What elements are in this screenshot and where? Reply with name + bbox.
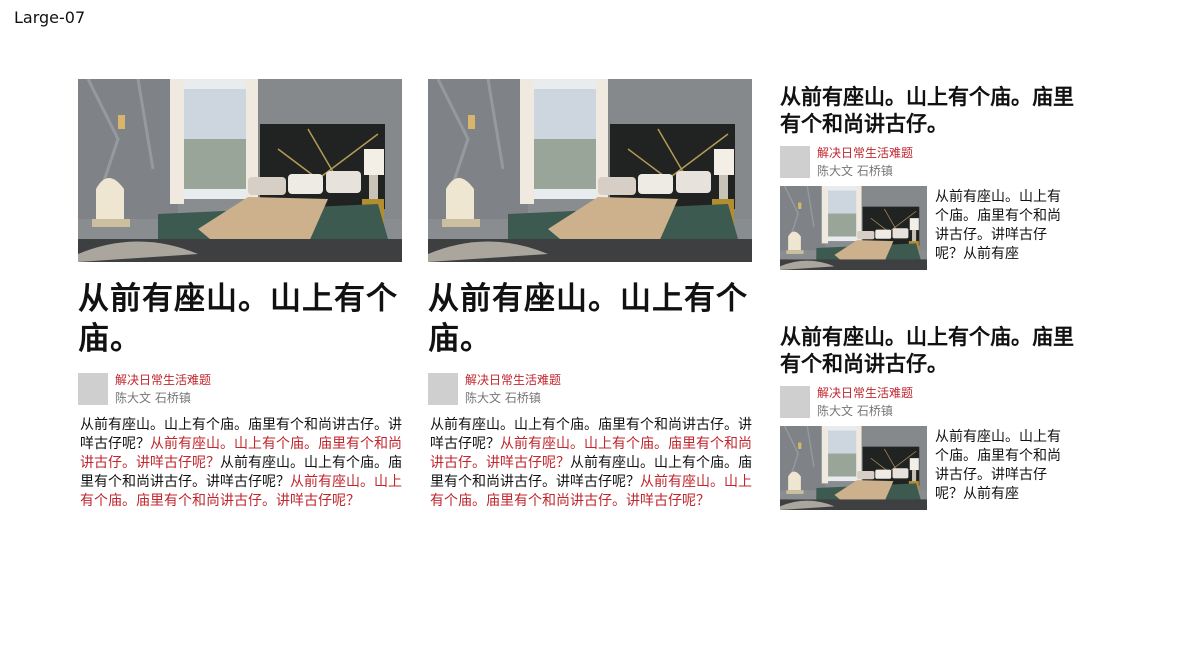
side-article[interactable]: 从前有座山。山上有个庙。庙里有个和尚讲古仔。 解决日常生活难题 陈大文 石桥镇 … xyxy=(780,324,1080,512)
avatar[interactable] xyxy=(78,373,108,405)
author-label: 陈大文 石桥镇 xyxy=(115,391,191,405)
avatar[interactable] xyxy=(780,146,810,178)
category-link[interactable]: 解决日常生活难题 xyxy=(465,371,561,389)
article-meta: 解决日常生活难题 陈大文 石桥镇 xyxy=(78,373,402,407)
category-link[interactable]: 解决日常生活难题 xyxy=(115,371,211,389)
author-label: 陈大文 石桥镇 xyxy=(465,391,541,405)
side-article-snippet: 从前有座山。山上有个庙。庙里有个和尚讲古仔。讲咩古仔呢？从前有座 xyxy=(935,429,1061,502)
hero-image[interactable] xyxy=(78,79,402,262)
side-article-title[interactable]: 从前有座山。山上有个庙。庙里有个和尚讲古仔。 xyxy=(780,84,1080,138)
article-card[interactable]: 从前有座山。山上有个庙。 解决日常生活难题 陈大文 石桥镇 从前有座山。山上有个… xyxy=(428,79,752,511)
article-title[interactable]: 从前有座山。山上有个庙。 xyxy=(428,279,752,359)
article-meta: 解决日常生活难题 陈大文 石桥镇 xyxy=(780,386,1080,420)
article-meta: 解决日常生活难题 陈大文 石桥镇 xyxy=(428,373,752,407)
article-body: 从前有座山。山上有个庙。庙里有个和尚讲古仔。讲咩古仔呢？从前有座山。山上有个庙。… xyxy=(428,416,752,511)
category-link[interactable]: 解决日常生活难题 xyxy=(817,384,913,402)
side-article[interactable]: 从前有座山。山上有个庙。庙里有个和尚讲古仔。 解决日常生活难题 陈大文 石桥镇 … xyxy=(780,84,1080,272)
side-article-title[interactable]: 从前有座山。山上有个庙。庙里有个和尚讲古仔。 xyxy=(780,324,1080,378)
author-label: 陈大文 石桥镇 xyxy=(817,164,893,178)
hero-image[interactable] xyxy=(428,79,752,262)
avatar[interactable] xyxy=(428,373,458,405)
author-label: 陈大文 石桥镇 xyxy=(817,404,893,418)
thumbnail-image[interactable] xyxy=(780,186,927,270)
frame-label: Large-07 xyxy=(14,8,86,27)
article-title[interactable]: 从前有座山。山上有个庙。 xyxy=(78,279,402,359)
category-link[interactable]: 解决日常生活难题 xyxy=(817,144,913,162)
avatar[interactable] xyxy=(780,386,810,418)
article-body: 从前有座山。山上有个庙。庙里有个和尚讲古仔。讲咩古仔呢？从前有座山。山上有个庙。… xyxy=(78,416,402,511)
thumbnail-image[interactable] xyxy=(780,426,927,510)
side-article-snippet: 从前有座山。山上有个庙。庙里有个和尚讲古仔。讲咩古仔呢？从前有座 xyxy=(935,189,1061,262)
article-card[interactable]: 从前有座山。山上有个庙。 解决日常生活难题 陈大文 石桥镇 从前有座山。山上有个… xyxy=(78,79,402,511)
article-meta: 解决日常生活难题 陈大文 石桥镇 xyxy=(780,146,1080,180)
